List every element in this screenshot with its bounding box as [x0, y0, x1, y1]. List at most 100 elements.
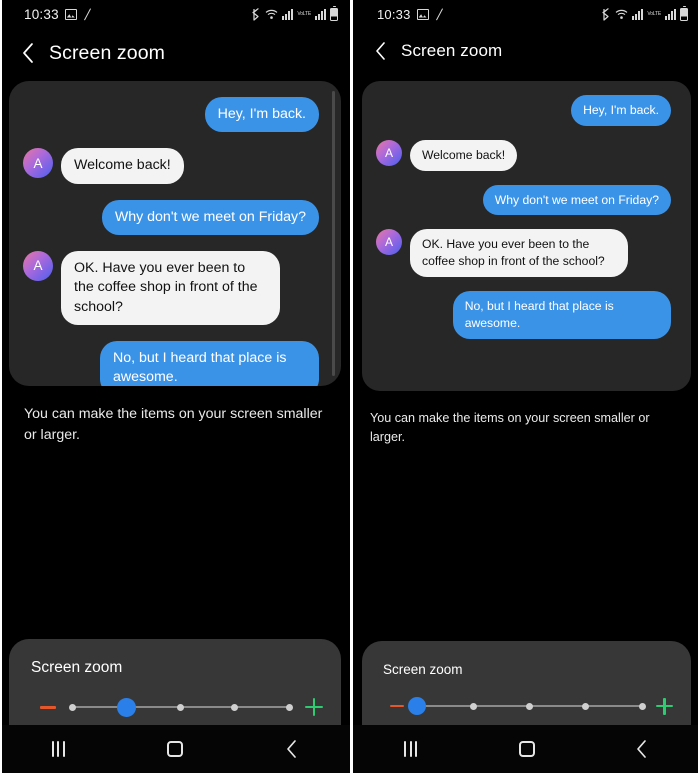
slider-tick[interactable] — [638, 702, 646, 710]
slider-label: Screen zoom — [31, 659, 123, 676]
wifi-icon — [615, 8, 628, 20]
slider-label: Screen zoom — [383, 662, 463, 677]
signal-bars-icon-2 — [665, 8, 676, 20]
chat-preview-card-right: Hey, I'm back. A Welcome back! Why don't… — [362, 81, 691, 391]
status-bar-right-group: VoLTE — [251, 5, 338, 21]
phone-panel-left: 10:33 VoLTE Screen zoom Hey, I'm back. A… — [0, 0, 350, 773]
home-button[interactable] — [117, 725, 234, 773]
description-text: You can make the items on your screen sm… — [24, 406, 323, 443]
chat-message-row: A OK. Have you ever been to the coffee s… — [23, 250, 319, 325]
wifi-icon — [265, 8, 278, 20]
back-chevron-icon — [286, 739, 298, 759]
slider-tick[interactable] — [231, 703, 239, 711]
backslash-icon — [435, 8, 445, 20]
chat-bubble-outgoing: Why don't we meet on Friday? — [482, 184, 671, 216]
app-header-left: Screen zoom — [0, 28, 350, 78]
back-button[interactable] — [233, 725, 350, 773]
slider-tick[interactable] — [526, 702, 533, 710]
chat-bubble-incoming: Welcome back! — [61, 148, 184, 184]
system-nav-bar-right — [353, 725, 700, 773]
slider-thumb[interactable] — [408, 697, 426, 715]
status-bar-left: 10:33 VoLTE — [0, 0, 350, 28]
slider-row — [362, 695, 691, 717]
zoom-slider-right[interactable] — [408, 695, 646, 717]
page-title: Screen zoom — [401, 41, 503, 60]
volte-icon: VoLTE — [297, 10, 311, 17]
status-bar-clock: 10:33 — [24, 6, 59, 22]
chat-message-row: A OK. Have you ever been to the coffee s… — [376, 229, 671, 278]
plus-icon[interactable] — [305, 698, 323, 716]
back-chevron-icon[interactable] — [22, 42, 35, 64]
recents-button[interactable] — [0, 725, 117, 773]
slider-tick[interactable] — [469, 702, 477, 710]
home-icon — [518, 741, 535, 757]
chat-bubble-outgoing: Hey, I'm back. — [204, 97, 319, 133]
recents-button[interactable] — [353, 725, 469, 773]
minus-icon[interactable] — [390, 704, 404, 708]
chat-message-row: Hey, I'm back. — [376, 95, 671, 126]
signal-bars-icon-2 — [315, 8, 326, 20]
back-button[interactable] — [584, 725, 700, 773]
phone-panel-right: 10:33 VoLTE Screen zoom Hey, I'm back. A… — [353, 0, 700, 773]
signal-bars-icon — [632, 8, 644, 20]
back-chevron-icon — [636, 739, 648, 759]
status-bar-right: 10:33 VoLTE — [353, 0, 700, 28]
battery-icon — [330, 5, 338, 21]
chat-bubble-outgoing: Hey, I'm back. — [571, 95, 671, 126]
description-text: You can make the items on your screen sm… — [370, 411, 650, 444]
chat-message-row: No, but I heard that place is awesome. — [23, 340, 319, 386]
chat-message-list: Hey, I'm back. A Welcome back! Why don't… — [362, 81, 691, 391]
bluetooth-icon — [251, 7, 261, 21]
status-bar-left-group: 10:33 — [377, 7, 445, 22]
slider-tick[interactable] — [177, 703, 184, 711]
avatar: A — [23, 148, 53, 179]
backslash-icon — [83, 8, 93, 20]
chat-bubble-incoming: OK. Have you ever been to the coffee sho… — [61, 250, 281, 325]
chat-message-list: Hey, I'm back. A Welcome back! Why don't… — [9, 81, 341, 386]
signal-bars-icon — [282, 8, 294, 20]
avatar: A — [23, 250, 53, 281]
chat-message-row: Hey, I'm back. — [23, 97, 319, 133]
battery-icon — [680, 5, 688, 21]
avatar: A — [376, 139, 402, 166]
slider-thumb[interactable] — [116, 697, 136, 717]
minus-icon[interactable] — [40, 705, 56, 709]
volte-icon: VoLTE — [647, 10, 661, 17]
bluetooth-icon — [601, 7, 611, 21]
chat-bubble-outgoing: Why don't we meet on Friday? — [101, 199, 319, 235]
zoom-slider-left[interactable] — [68, 696, 293, 718]
system-nav-bar-left — [0, 725, 350, 773]
back-chevron-icon[interactable] — [375, 41, 387, 61]
chat-scrollbar[interactable] — [332, 91, 335, 376]
chat-message-row: Why don't we meet on Friday? — [23, 199, 319, 235]
recents-icon — [404, 741, 418, 757]
recents-icon — [51, 741, 65, 757]
slider-tick[interactable] — [68, 703, 76, 711]
chat-bubble-outgoing: No, but I heard that place is awesome. — [452, 291, 671, 339]
plus-icon[interactable] — [656, 697, 673, 715]
screenshot-root: 10:33 VoLTE Screen zoom Hey, I'm back. A… — [0, 0, 700, 773]
chat-message-row: No, but I heard that place is awesome. — [376, 291, 671, 339]
panel-divider — [350, 0, 353, 773]
page-title: Screen zoom — [49, 41, 165, 64]
chat-bubble-incoming: OK. Have you ever been to the coffee sho… — [410, 229, 629, 278]
slider-row — [9, 696, 341, 718]
chat-bubble-incoming: Welcome back! — [410, 139, 518, 171]
avatar: A — [376, 229, 402, 256]
chat-bubble-outgoing: No, but I heard that place is awesome. — [99, 340, 319, 386]
status-bar-right-group: VoLTE — [601, 5, 688, 21]
image-icon — [64, 8, 77, 20]
slider-tick[interactable] — [582, 702, 590, 710]
chat-message-row: A Welcome back! — [23, 148, 319, 184]
home-icon — [167, 741, 183, 757]
chat-preview-card-left: Hey, I'm back. A Welcome back! Why don't… — [9, 81, 341, 386]
status-bar-clock: 10:33 — [377, 6, 411, 22]
chat-message-row: A Welcome back! — [376, 139, 671, 171]
home-button[interactable] — [469, 725, 585, 773]
slider-tick[interactable] — [285, 703, 293, 711]
status-bar-left-group: 10:33 — [24, 7, 93, 22]
chat-message-row: Why don't we meet on Friday? — [376, 184, 671, 216]
image-icon — [416, 8, 429, 20]
frame-edge-left — [0, 0, 2, 773]
app-header-right: Screen zoom — [353, 28, 700, 74]
